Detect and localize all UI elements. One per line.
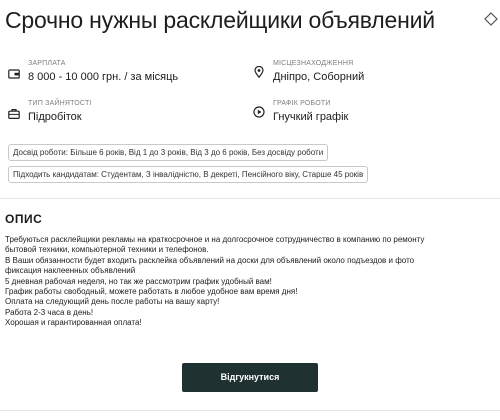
description-line: 5 дневная рабочая неделя, но так же расс… [5, 276, 272, 286]
schedule-info: ГРАФІК РОБОТИ Гнучкий графік [253, 100, 493, 128]
briefcase-icon [8, 109, 20, 119]
play-circle-icon [253, 106, 265, 118]
description-line: бытовой техники, компьютерной техники и … [5, 245, 209, 255]
location-pin-icon [254, 66, 264, 78]
description-line: Работа 2-3 часа в день! [5, 307, 94, 317]
employment-type-info: ТИП ЗАЙНЯТОСТІ Підробіток [8, 100, 248, 128]
description-line: Оплата на следующий день после работы на… [5, 297, 220, 307]
location-label: МІСЦЕЗНАХОДЖЕННЯ [273, 60, 354, 67]
salary-info: ЗАРПЛАТА 8 000 - 10 000 грн. / за місяць [8, 60, 248, 88]
employment-type-label: ТИП ЗАЙНЯТОСТІ [28, 100, 92, 107]
employment-type-value: Підробіток [28, 111, 82, 123]
description-line: фиксация наклеенных объявлений [5, 266, 136, 276]
description-heading: ОПИС [5, 212, 43, 226]
location-info: МІСЦЕЗНАХОДЖЕННЯ Дніпро, Соборний [253, 60, 493, 88]
experience-tag: Досвід роботи: Більше 6 років, Від 1 до … [8, 144, 329, 161]
description-line: Требуються расклейщики рекламы на кратко… [5, 235, 425, 244]
salary-label: ЗАРПЛАТА [28, 60, 66, 67]
apply-button[interactable]: Відгукнутися [182, 363, 318, 392]
description-text: Требуються расклейщики рекламы на кратко… [5, 235, 495, 329]
wallet-icon [8, 69, 20, 79]
diamond-heart-icon[interactable] [484, 12, 498, 26]
bottom-divider [0, 410, 500, 411]
section-divider [0, 198, 500, 199]
job-title: Срочно нужны расклейщики объявлений [5, 7, 435, 33]
candidates-tag: Підходить кандидатам: Студентам, З інвал… [8, 166, 369, 183]
description-line: Хорошая и гарантированная оплата! [5, 318, 142, 328]
salary-value: 8 000 - 10 000 грн. / за місяць [28, 71, 179, 83]
location-value: Дніпро, Соборний [273, 71, 365, 83]
schedule-value: Гнучкий графік [273, 111, 349, 123]
schedule-label: ГРАФІК РОБОТИ [273, 100, 331, 107]
description-line: График работы свободный, можете работать… [5, 287, 298, 297]
description-line: В Ваши обязанности будет входить расклей… [5, 255, 415, 265]
